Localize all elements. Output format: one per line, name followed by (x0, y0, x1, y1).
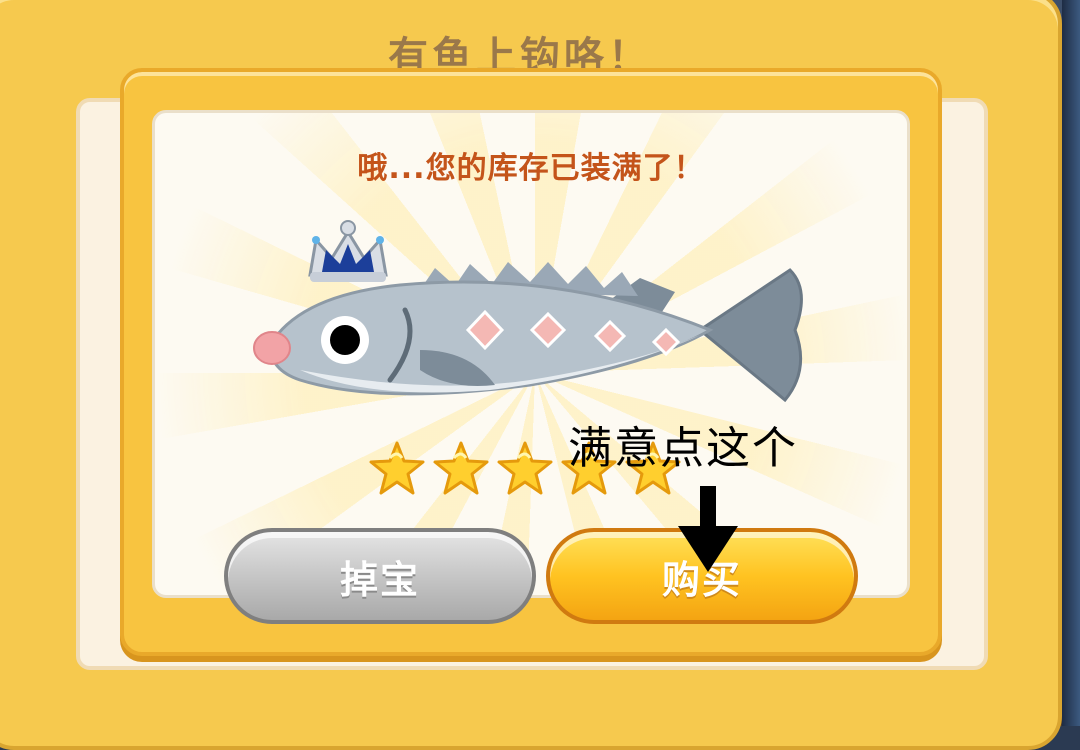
annotation-text: 满意点这个 (568, 423, 798, 474)
star-icon (433, 441, 489, 495)
star-icon (369, 441, 425, 495)
arrow-down-icon (678, 486, 738, 572)
crowned-sturgeon-icon (253, 220, 803, 403)
drop-button[interactable]: 掉宝 (224, 528, 536, 624)
background-edge (1062, 0, 1080, 726)
inventory-full-message: 哦...您的库存已装满了！ (357, 151, 705, 186)
star-icon (497, 441, 553, 495)
